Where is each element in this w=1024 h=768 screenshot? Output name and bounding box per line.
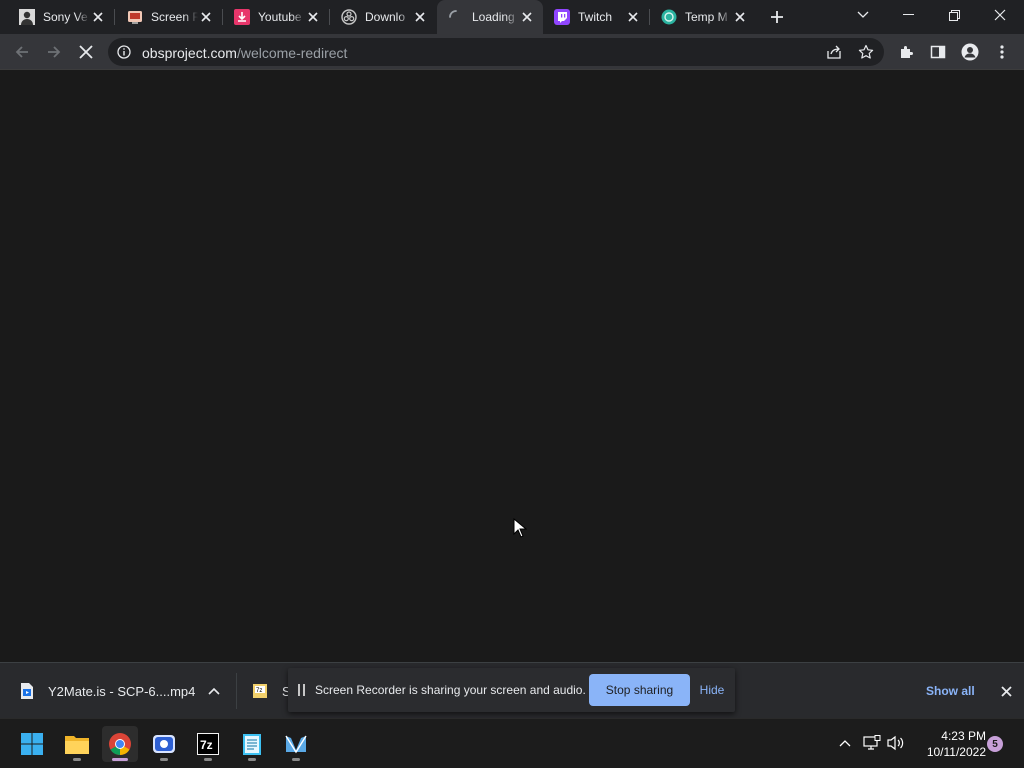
tab-title: Youtube (258, 10, 302, 24)
download-filename: Y2Mate.is - SCP-6....mp4 (48, 683, 196, 699)
tab-title: Temp M (685, 10, 728, 24)
stop-loading-icon[interactable] (72, 38, 100, 66)
tab-sony-vegas[interactable]: Sony Ve (8, 0, 114, 34)
running-indicator (248, 758, 256, 761)
running-indicator (112, 758, 128, 761)
tab-strip: Sony Ve Screen R Youtube Downlo Loading … (0, 0, 1024, 34)
close-icon[interactable] (412, 9, 428, 25)
close-icon[interactable] (519, 9, 535, 25)
page-viewport (0, 70, 1024, 662)
address-bar[interactable]: obsproject.com/welcome-redirect (108, 38, 884, 66)
tab-loading-active[interactable]: Loading (437, 0, 543, 34)
url-text: obsproject.com/welcome-redirect (142, 45, 347, 61)
show-all-downloads-link[interactable]: Show all (916, 679, 985, 703)
svg-text:7z: 7z (200, 738, 213, 752)
share-message: Screen Recorder is sharing your screen a… (315, 683, 586, 697)
notepad-icon[interactable] (234, 726, 270, 762)
running-indicator (73, 758, 81, 761)
clock-date: 10/11/2022 (926, 745, 986, 759)
tab-twitch[interactable]: Twitch (543, 0, 649, 34)
obs-icon (341, 9, 357, 25)
running-indicator (292, 758, 300, 761)
vscode-like-icon[interactable] (278, 726, 314, 762)
profile-photo-icon (19, 9, 35, 25)
extensions-puzzle-icon[interactable] (892, 38, 920, 66)
browser-toolbar: obsproject.com/welcome-redirect (0, 34, 1024, 70)
site-info-icon[interactable] (116, 44, 132, 60)
new-tab-plus-icon[interactable] (765, 5, 789, 29)
close-icon[interactable] (198, 9, 214, 25)
screen-recorder-icon (127, 9, 143, 25)
window-close-icon[interactable] (977, 0, 1023, 30)
tab-screen-recorder[interactable]: Screen R (116, 0, 222, 34)
url-host: obsproject.com (142, 45, 237, 61)
tab-title: Twitch (578, 10, 613, 24)
twitch-icon (554, 9, 570, 25)
screen-recorder-app-icon[interactable] (146, 726, 182, 762)
network-icon[interactable] (862, 733, 882, 753)
bookmark-star-icon[interactable] (856, 42, 876, 62)
tab-title: Downlo (365, 10, 406, 24)
tab-search-chevron-icon[interactable] (840, 0, 886, 30)
svg-text:7z: 7z (256, 688, 262, 694)
close-icon[interactable] (305, 9, 321, 25)
close-icon[interactable] (732, 9, 748, 25)
pause-icon (298, 684, 308, 696)
tab-title: Screen R (151, 10, 198, 24)
tab-title: Sony Ve (43, 10, 88, 24)
tab-separator (114, 9, 115, 25)
running-indicator (160, 758, 168, 761)
stop-sharing-button[interactable]: Stop sharing (589, 674, 690, 706)
side-panel-icon[interactable] (924, 38, 952, 66)
volume-icon[interactable] (886, 733, 906, 753)
7zip-icon[interactable]: 7z (190, 726, 226, 762)
restore-icon[interactable] (931, 0, 977, 30)
tab-youtube-downloader[interactable]: Youtube (223, 0, 329, 34)
forward-arrow-icon[interactable] (40, 38, 68, 66)
close-icon[interactable] (625, 9, 641, 25)
chrome-icon[interactable] (102, 726, 138, 762)
download-item[interactable]: Y2Mate.is - SCP-6....mp4 (0, 663, 236, 719)
start-icon[interactable] (14, 726, 50, 762)
minimize-icon[interactable] (885, 0, 931, 30)
mouse-pointer-icon (513, 518, 527, 538)
profile-avatar-icon[interactable] (956, 38, 984, 66)
archive-file-icon: 7z (253, 684, 267, 698)
tab-title: Loading (472, 10, 515, 24)
clock-time: 4:23 PM (941, 729, 986, 743)
chevron-up-icon[interactable] (835, 733, 855, 753)
windows-taskbar: 7z 4:23 PM 10/11/2022 5 (0, 718, 1024, 768)
screen-share-notification: Screen Recorder is sharing your screen a… (288, 668, 735, 712)
tab-obs-download[interactable]: Downlo (330, 0, 436, 34)
url-path: /welcome-redirect (236, 45, 348, 61)
tab-temp-mail[interactable]: Temp M (650, 0, 756, 34)
close-icon[interactable] (90, 9, 106, 25)
hide-button[interactable]: Hide (692, 674, 732, 706)
download-arrow-icon (234, 9, 250, 25)
clock[interactable]: 4:23 PM 10/11/2022 (912, 728, 986, 760)
temp-mail-icon (661, 9, 677, 25)
close-icon[interactable] (994, 679, 1018, 703)
download-item[interactable]: 7z S (252, 663, 291, 719)
chevron-up-icon[interactable] (202, 679, 226, 703)
back-arrow-icon[interactable] (8, 38, 36, 66)
running-indicator (204, 758, 212, 761)
file-explorer-icon[interactable] (59, 726, 95, 762)
divider (236, 673, 237, 709)
more-menu-icon[interactable] (988, 38, 1016, 66)
share-icon[interactable] (824, 42, 844, 62)
loading-spinner-icon (448, 9, 464, 25)
video-file-icon (21, 683, 33, 699)
notification-badge[interactable]: 5 (987, 736, 1003, 752)
